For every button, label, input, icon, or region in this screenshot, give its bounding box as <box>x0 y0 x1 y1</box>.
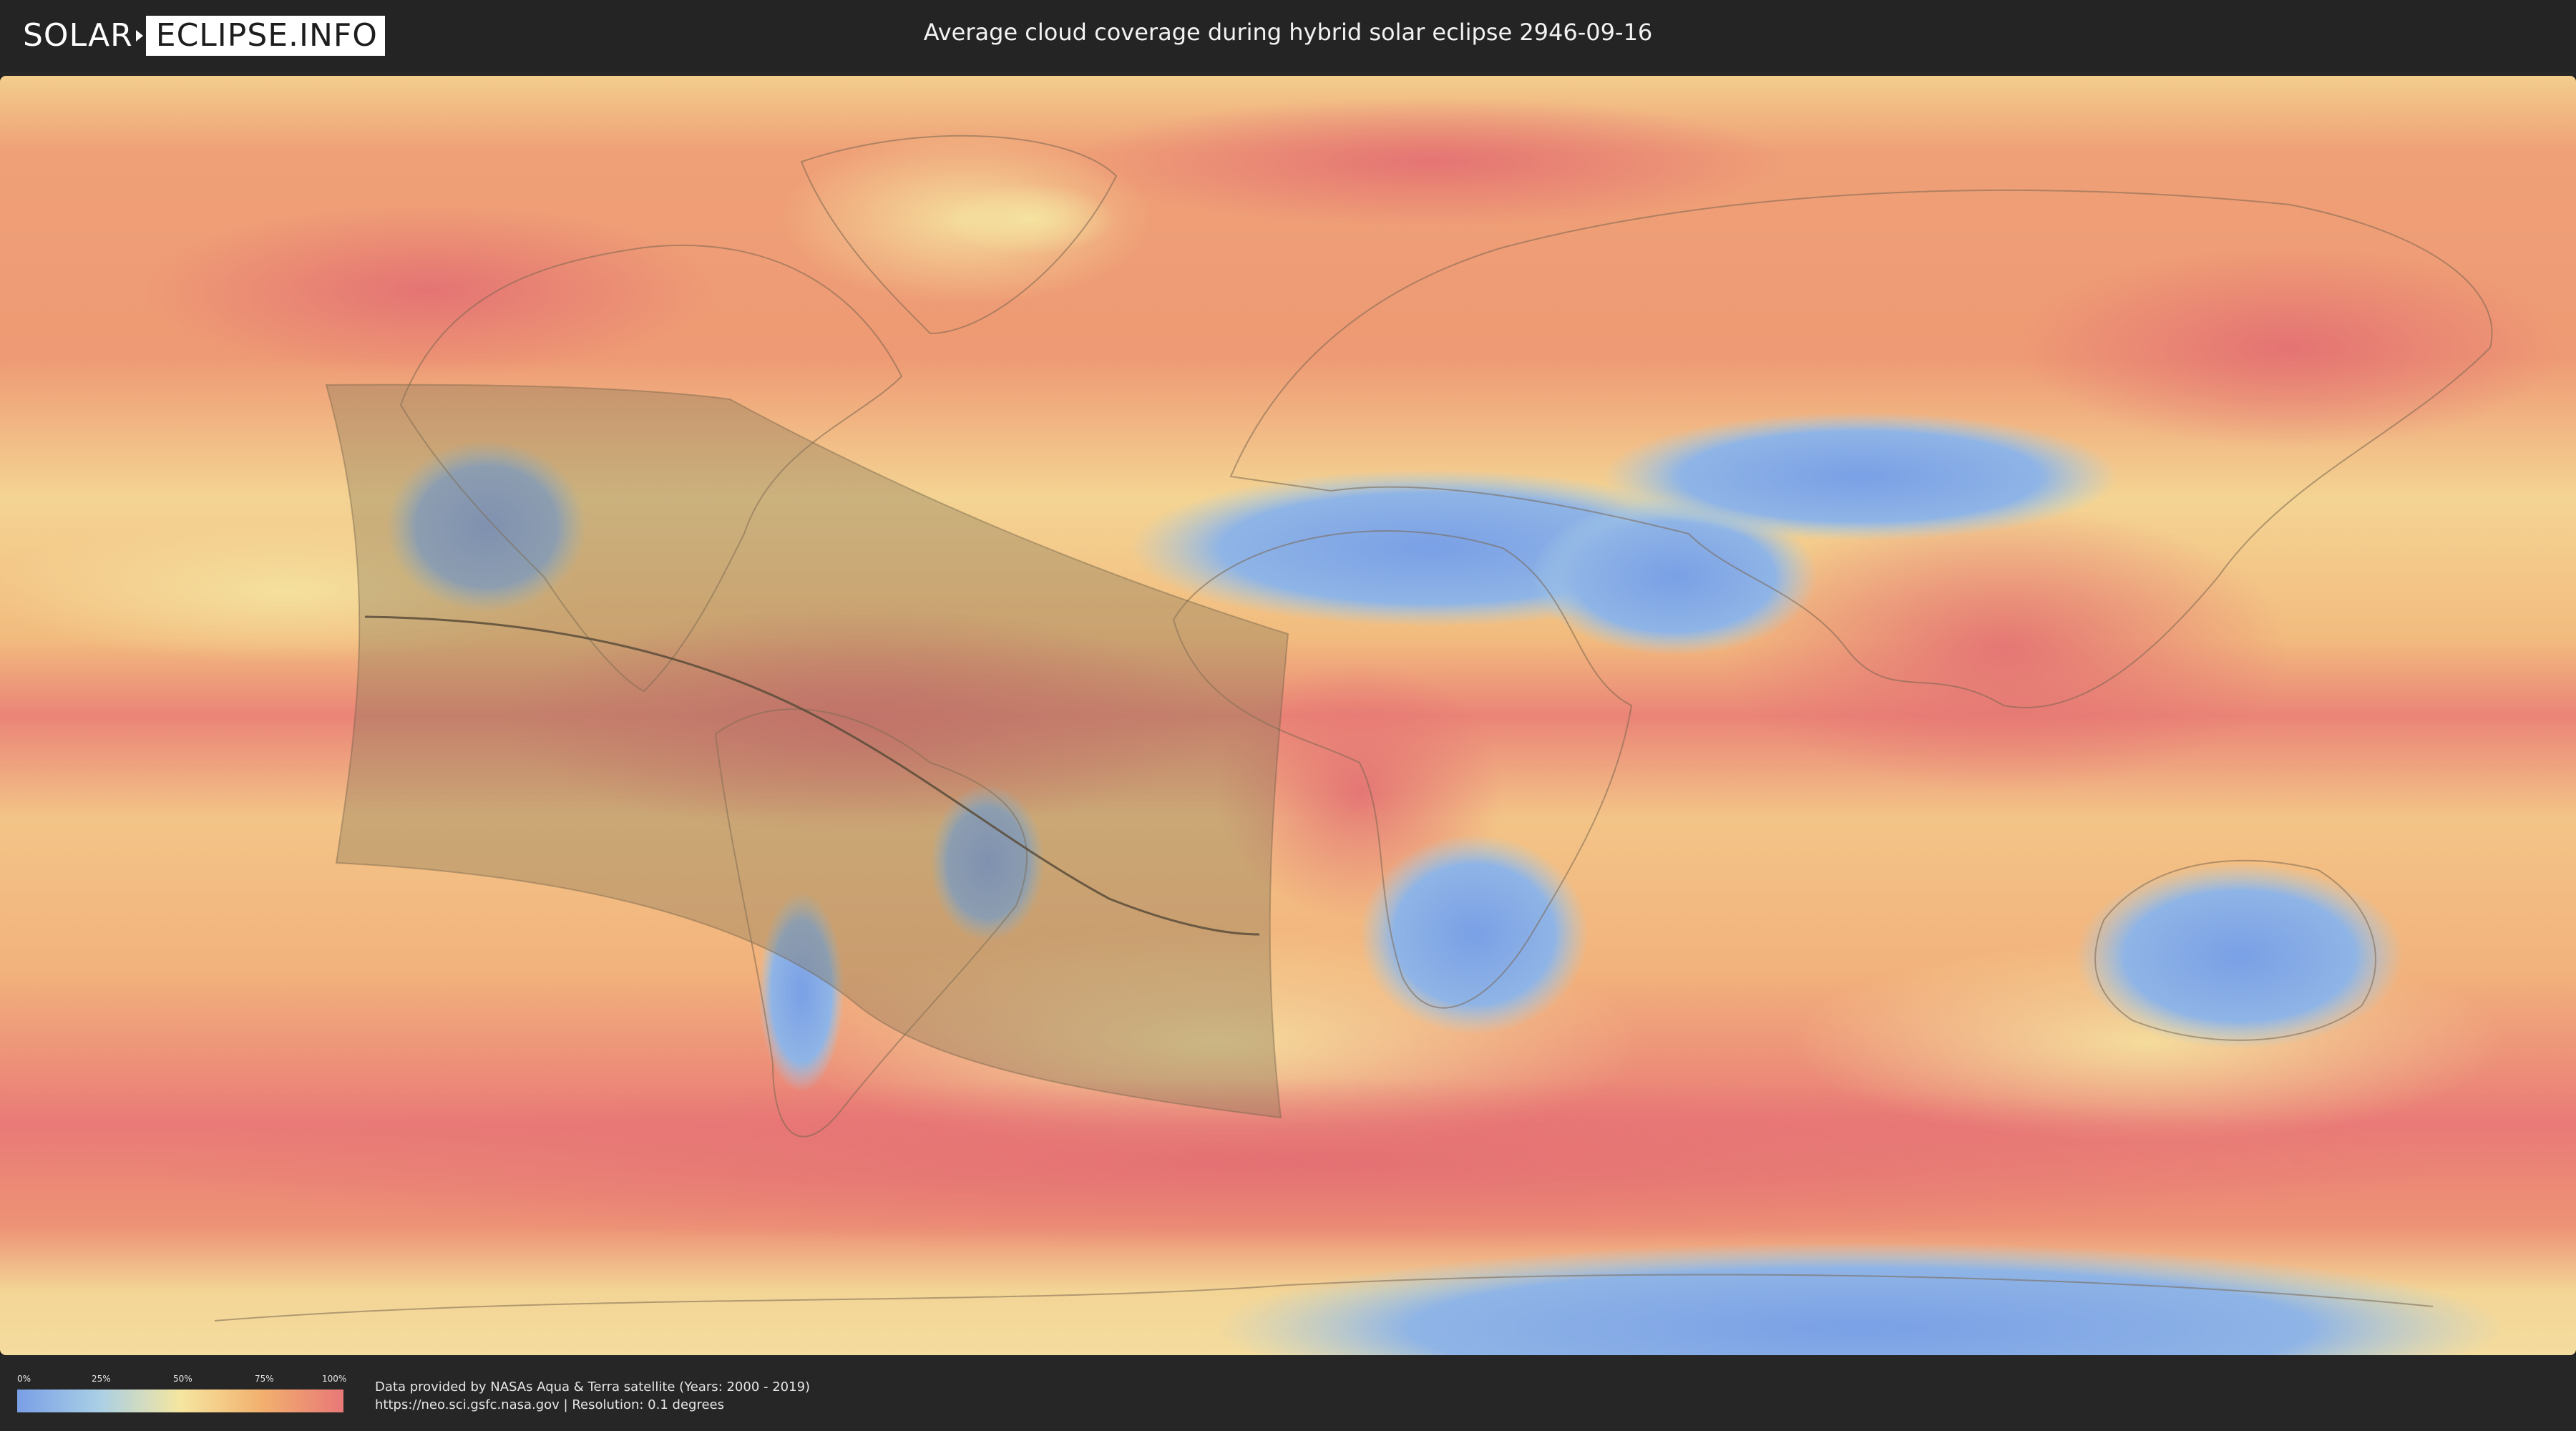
map-frame <box>0 76 2576 1355</box>
legend-tick-75: 75% <box>255 1374 274 1384</box>
region-australia <box>2075 863 2404 1049</box>
legend-tick-25: 25% <box>92 1374 111 1384</box>
page-title: Average cloud coverage during hybrid sol… <box>923 19 1653 46</box>
footer-bar: 0% 25% 50% 75% 100% Data provided by NAS… <box>0 1359 2576 1431</box>
cloud-coverage-map[interactable] <box>0 76 2576 1355</box>
region-central-asia <box>1603 412 2118 541</box>
region-southern-africa <box>1360 834 1589 1035</box>
legend-tick-100: 100% <box>322 1374 347 1384</box>
legend-color-bar <box>17 1390 343 1412</box>
credits-line-source: Data provided by NASAs Aqua & Terra sate… <box>375 1379 811 1395</box>
legend-tick-0: 0% <box>17 1374 31 1384</box>
header-bar: SOLAR ECLIPSE.INFO Average cloud coverag… <box>0 0 2576 72</box>
legend-tick-50: 50% <box>173 1374 192 1384</box>
data-credits: Data provided by NASAs Aqua & Terra sate… <box>375 1378 810 1414</box>
credits-line-url: https://neo.sci.gsfc.nasa.gov | Resoluti… <box>375 1397 724 1412</box>
